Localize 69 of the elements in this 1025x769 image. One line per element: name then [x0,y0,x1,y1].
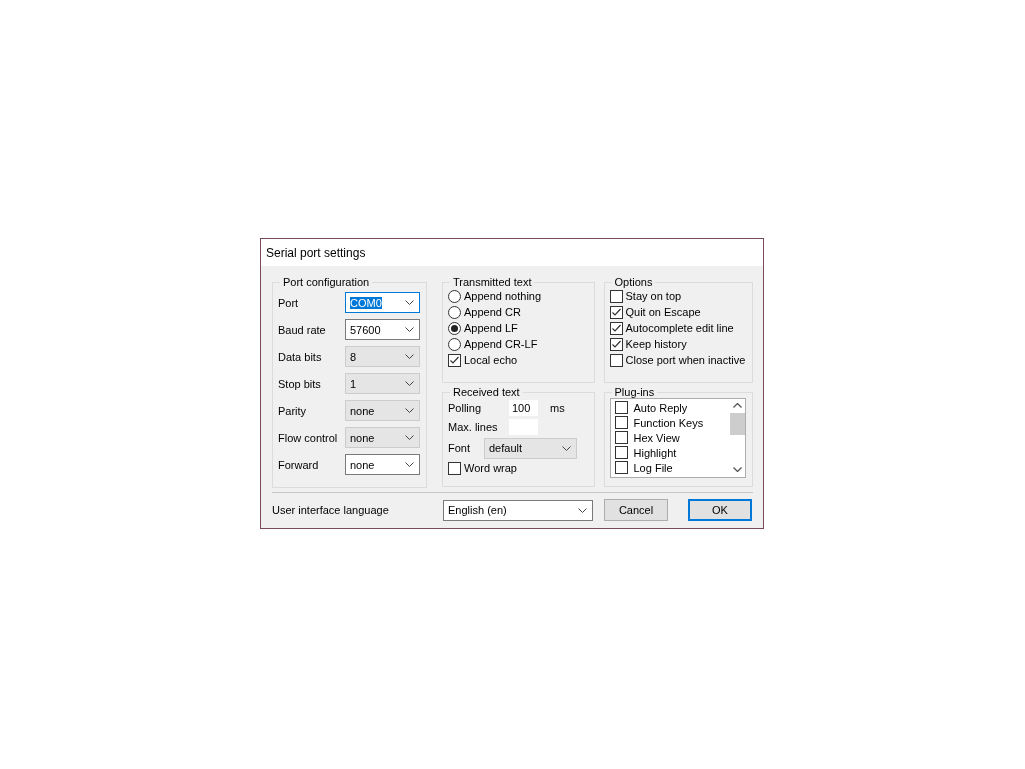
group-title: Plug-ins [613,386,656,398]
chevron-down-icon [405,327,414,332]
radio-label: Append CR-LF [464,338,538,350]
checkbox-label: Local echo [464,354,518,366]
dropdown[interactable]: COM0 [345,292,420,313]
checkbox-label: Stay on top [625,290,682,302]
dropdown[interactable]: none [345,454,420,475]
chevron-down-icon [405,354,414,359]
polling-input[interactable]: 100 [509,399,538,416]
chevron-up-icon[interactable] [732,403,742,408]
field-label: Polling [448,401,483,414]
field-label: Baud rate [278,323,327,336]
checkbox[interactable] [609,321,623,335]
radio-button[interactable] [448,321,461,335]
radio-button[interactable] [448,289,461,303]
checkbox-label: Word wrap [464,462,517,474]
field-label: Max. lines [448,420,499,433]
checkbox[interactable] [609,353,623,367]
checkbox-label: Quit on Escape [625,306,701,318]
radio-button[interactable] [448,337,461,351]
checkbox-label: Keep history [625,338,687,350]
group-title: Received text [452,386,521,398]
plugin-label: Function Keys [633,416,704,429]
language-label: User interface language [272,504,390,516]
checkbox[interactable] [614,416,628,429]
field-label: Stop bits [278,377,322,390]
checkbox[interactable] [609,337,623,351]
field-label: Forward [278,458,320,471]
radio-label: Append CR [464,306,521,318]
field-label: Data bits [278,350,323,363]
plugin-label: Auto Reply [633,401,688,414]
radio-label: Append LF [464,322,518,334]
radio-button[interactable] [448,305,461,319]
field-label: Parity [278,404,308,417]
language-dropdown[interactable]: English (en) [443,499,593,521]
radio-label: Append nothing [464,290,542,302]
chevron-down-icon [562,445,571,451]
chevron-down-icon [405,408,414,413]
chevron-down-icon[interactable] [732,467,742,472]
checkbox[interactable] [448,353,461,367]
checkbox[interactable] [448,461,461,475]
checkbox-label: Autocomplete edit line [625,322,734,334]
unit-label: ms [550,401,565,414]
checkbox[interactable] [609,289,623,303]
field-label: Font [448,442,471,454]
plugin-label: Log File [633,461,673,474]
chevron-down-icon [405,300,414,305]
dropdown[interactable]: 57600 [345,319,420,340]
checkbox[interactable] [614,461,628,474]
field-label: Port [278,296,300,309]
field-label: Flow control [278,431,339,444]
chevron-down-icon [405,381,414,386]
chevron-down-icon [405,435,414,440]
plugin-label: Highlight [633,446,677,459]
group-title: Transmitted text [452,276,533,288]
plugin-label: Hex View [633,431,680,444]
checkbox[interactable] [609,305,623,319]
group-title: Port configuration [282,276,371,288]
checkbox[interactable] [614,446,628,459]
chevron-down-icon [578,507,587,513]
dialog-button[interactable]: OK [688,499,752,521]
checkbox[interactable] [614,401,628,414]
dialog-button[interactable]: Cancel [604,499,668,521]
window-title: Serial port settings [266,245,366,260]
chevron-down-icon [405,462,414,467]
checkbox[interactable] [614,431,628,444]
checkbox-label: Close port when inactive [625,354,746,366]
scrollbar-thumb[interactable] [729,413,745,435]
group-title: Options [613,276,654,288]
